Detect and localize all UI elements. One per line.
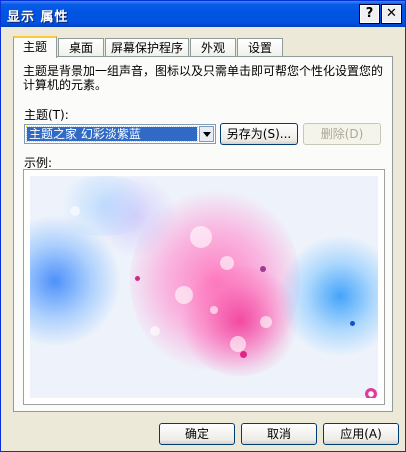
- tab-desktop[interactable]: 桌面: [58, 38, 104, 57]
- help-button[interactable]: ?: [359, 4, 380, 24]
- theme-label: 主题(T):: [24, 108, 69, 122]
- save-as-button[interactable]: 另存为(S)...: [220, 123, 298, 145]
- apply-button[interactable]: 应用(A): [323, 423, 399, 445]
- tab-appearance[interactable]: 外观: [190, 38, 236, 57]
- theme-preview-image: [30, 176, 378, 398]
- tab-screensaver[interactable]: 屏幕保护程序: [105, 38, 189, 57]
- theme-select-value: 主题之家 幻彩淡紫蓝: [26, 126, 198, 142]
- chevron-down-icon[interactable]: [199, 126, 214, 142]
- delete-button: 删除(D): [303, 123, 381, 145]
- theme-preview-frame: [23, 169, 385, 405]
- title-bar[interactable]: 显示 属性 ? ✕: [1, 1, 405, 27]
- ok-button[interactable]: 确定: [159, 423, 235, 445]
- tab-themes[interactable]: 主题: [13, 36, 57, 58]
- close-x-icon: ✕: [386, 6, 397, 21]
- close-button[interactable]: ✕: [381, 4, 402, 24]
- question-mark-icon: ?: [365, 6, 374, 21]
- tab-settings[interactable]: 设置: [237, 38, 283, 57]
- theme-select[interactable]: 主题之家 幻彩淡紫蓝: [24, 124, 216, 144]
- display-properties-window: 显示 属性 ? ✕ 主题 桌面 屏幕保护程序 外观 设置 主题是背景加一组声音，…: [0, 0, 406, 452]
- cancel-button[interactable]: 取消: [241, 423, 317, 445]
- theme-description: 主题是背景加一组声音，图标以及只需单击即可帮您个性化设置您的计算机的元素。: [23, 64, 384, 92]
- window-title: 显示 属性: [7, 10, 69, 25]
